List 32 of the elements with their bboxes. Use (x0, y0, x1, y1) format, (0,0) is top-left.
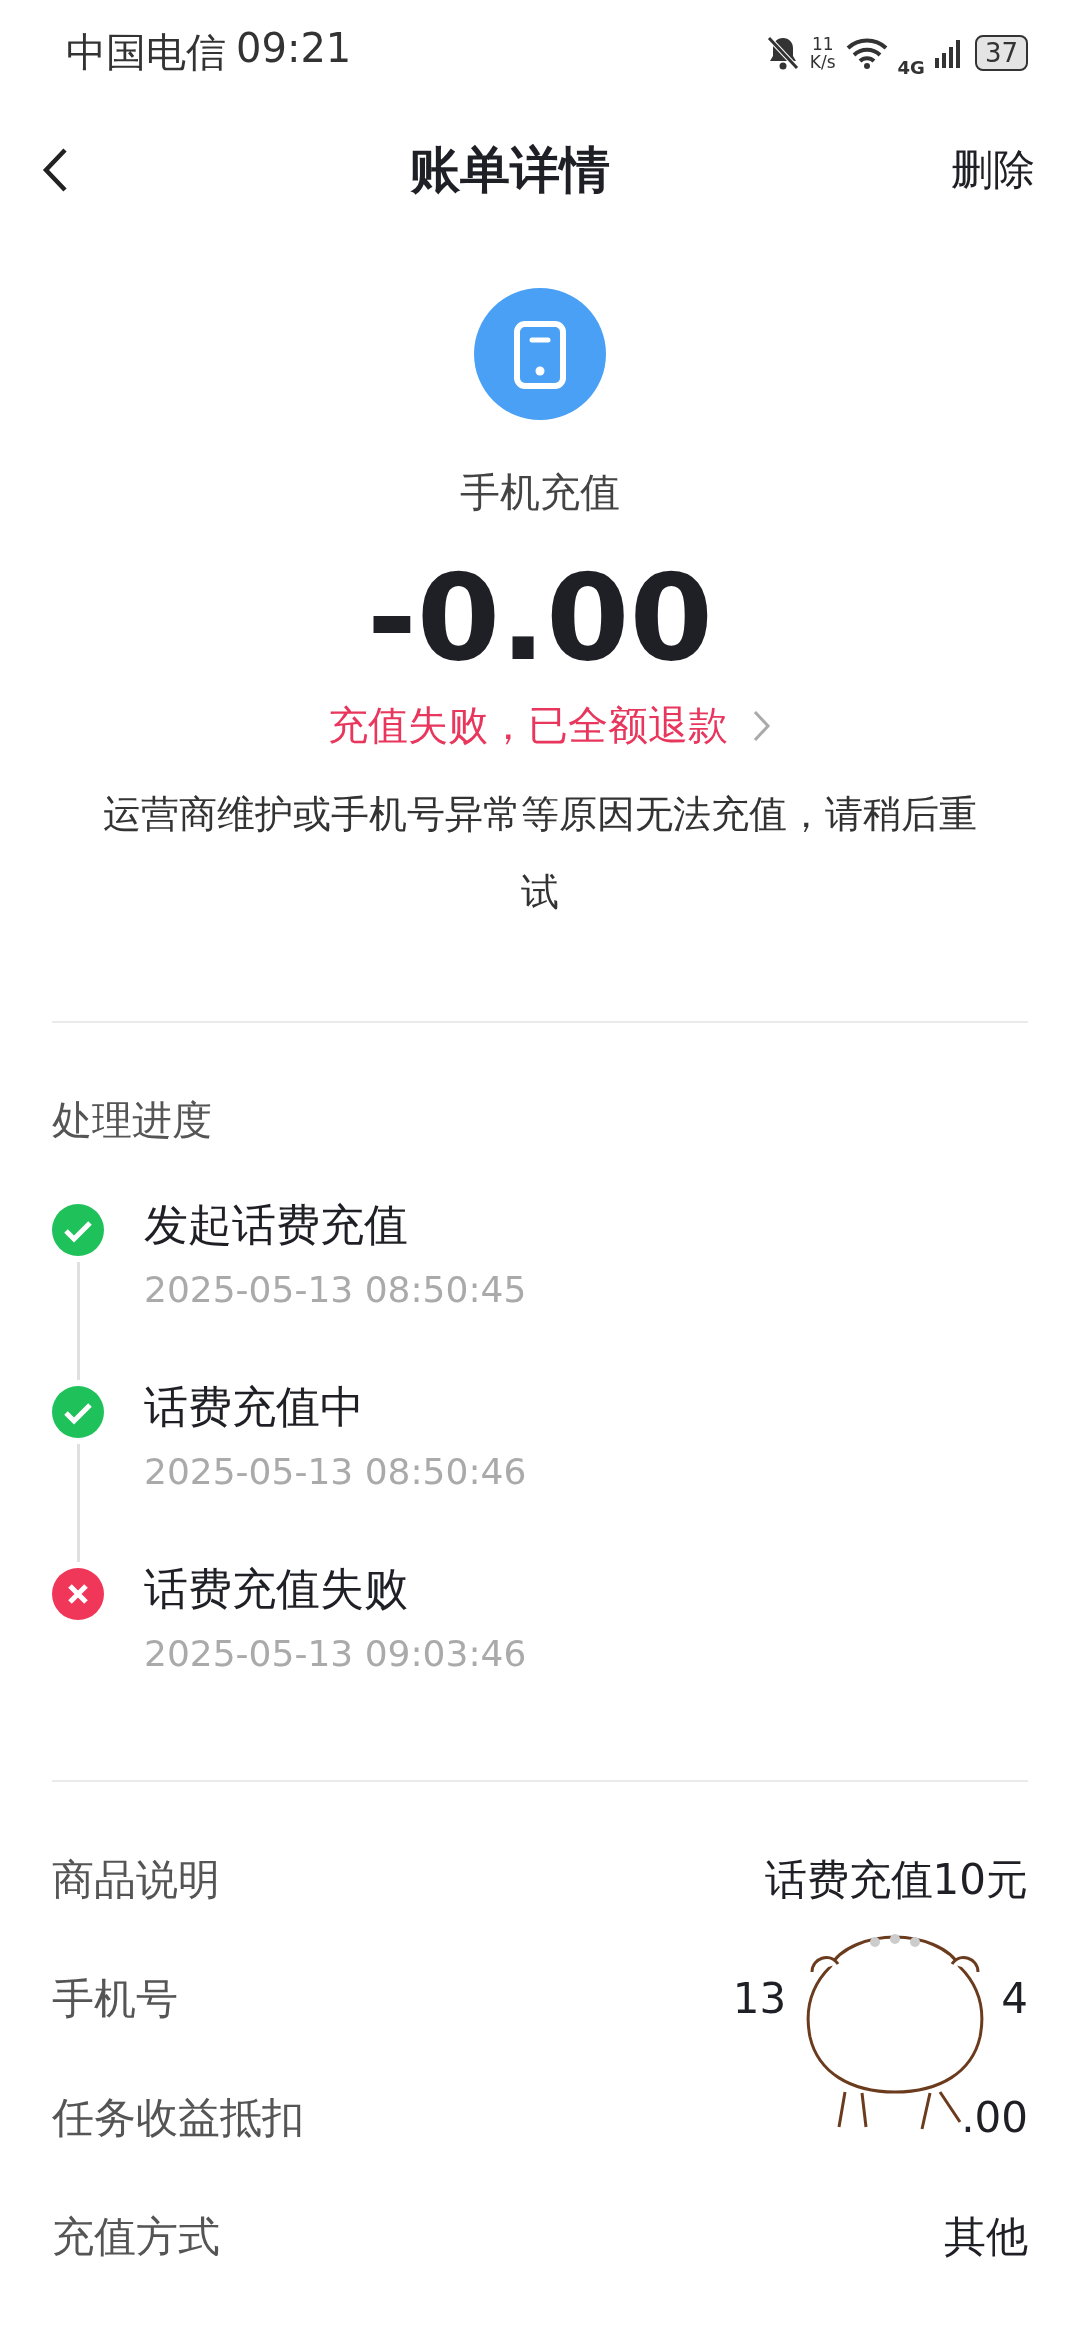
step-title: 话费充值失败 (144, 1562, 409, 1616)
step-time: 2025-05-13 09:03:46 (144, 1633, 527, 1674)
step-title: 发起话费充值 (144, 1198, 409, 1252)
detail-label: 商品说明 (52, 1853, 220, 1906)
carrier-name: 中国电信 (66, 28, 226, 77)
amount-value: -0.00 (367, 547, 713, 689)
page-title: 账单详情 (409, 139, 610, 201)
step-time: 2025-05-13 08:50:46 (144, 1451, 527, 1492)
phone-icon (474, 288, 606, 420)
step-time: 2025-05-13 08:50:45 (144, 1269, 527, 1310)
battery-indicator: 37 (974, 34, 1028, 71)
detail-label: 手机号 (52, 1972, 178, 2025)
wifi-icon (845, 36, 888, 69)
detail-value: 4 (1001, 1974, 1028, 2023)
network-type: 4G (897, 57, 925, 78)
detail-label: 充值方式 (52, 2210, 220, 2263)
speed-unit: K/s (809, 52, 836, 71)
detail-value: 13 (732, 1974, 787, 2023)
detail-value: 其他 (944, 2210, 1028, 2263)
failure-note: 运营商维护或手机号异常等原因无法充值，请稍后重试 (102, 791, 978, 916)
refund-status-link[interactable]: 充值失败，已全额退款 (328, 698, 728, 753)
delete-link[interactable]: 删除 (951, 142, 1035, 198)
clock-time: 09:21 (236, 25, 352, 73)
step-title: 话费充值中 (144, 1380, 365, 1434)
detail-value: 话费充值10元 (764, 1853, 1028, 1906)
detail-value: .00 (961, 2093, 1028, 2142)
detail-label: 任务收益抵扣 (52, 2091, 304, 2144)
speed-value: 11 (811, 34, 834, 53)
section-title: 处理进度 (52, 1097, 212, 1143)
muted-bell-icon (765, 34, 800, 71)
category-label: 手机充值 (460, 468, 620, 517)
back-icon[interactable] (42, 147, 68, 193)
